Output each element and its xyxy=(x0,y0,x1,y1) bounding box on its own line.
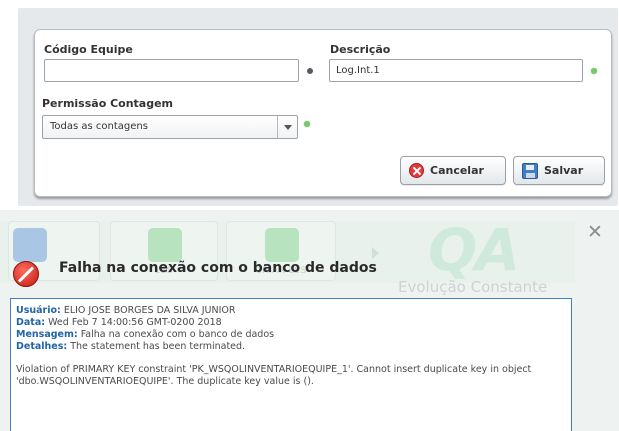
brand-logo: QA xyxy=(428,216,520,284)
usuario-value: ELIO JOSE BORGES DA SILVA JUNIOR xyxy=(60,305,236,316)
detalhes-row: Detalhes: The statement has been termina… xyxy=(16,341,566,353)
dialog-title: Falha na conexão com o banco de dados xyxy=(59,260,377,276)
cancel-icon xyxy=(409,163,424,178)
cancel-button-label: Cancelar xyxy=(430,164,484,177)
data-row: Data: Wed Feb 7 14:00:56 GMT-0200 2018 xyxy=(16,317,566,329)
usuario-key: Usuário: xyxy=(16,305,61,316)
cancel-button[interactable]: Cancelar xyxy=(400,156,506,185)
descricao-label: Descrição xyxy=(330,43,391,56)
data-key: Data: xyxy=(16,317,46,328)
chart-icon xyxy=(13,228,47,262)
codigo-equipe-input[interactable] xyxy=(44,59,299,82)
cart-icon xyxy=(265,228,299,262)
chevron-right-icon xyxy=(372,247,379,259)
required-indicator-icon xyxy=(307,68,313,74)
codigo-equipe-label: Código Equipe xyxy=(44,43,133,56)
descricao-input[interactable]: Log.Int.1 xyxy=(329,59,583,82)
mensagem-value: Falha na conexão com o banco de dados xyxy=(77,329,275,340)
background-strip xyxy=(572,300,619,431)
grid-icon xyxy=(148,228,182,262)
permissao-contagem-value: Todas as contagens xyxy=(50,121,148,132)
close-icon[interactable]: ✕ xyxy=(587,223,603,242)
valid-indicator-icon xyxy=(591,68,597,74)
permissao-contagem-label: Permissão Contagem xyxy=(42,97,174,110)
error-details-box: Usuário: ELIO JOSE BORGES DA SILVA JUNIO… xyxy=(10,298,572,431)
violation-message: Violation of PRIMARY KEY constraint 'PK_… xyxy=(16,364,532,387)
data-value: Wed Feb 7 14:00:56 GMT-0200 2018 xyxy=(45,317,222,328)
mensagem-key: Mensagem: xyxy=(16,329,78,340)
valid-indicator-icon xyxy=(304,121,310,127)
save-button[interactable]: Salvar xyxy=(513,156,605,185)
detalhes-value: The statement has been terminated. xyxy=(67,341,246,352)
usuario-row: Usuário: ELIO JOSE BORGES DA SILVA JUNIO… xyxy=(16,305,566,317)
detalhes-key: Detalhes: xyxy=(16,341,68,352)
permissao-contagem-select[interactable]: Todas as contagens xyxy=(42,115,298,139)
save-icon xyxy=(522,162,538,179)
brand-slogan: Evolução Constante xyxy=(398,278,548,296)
error-icon xyxy=(13,261,39,287)
mensagem-row: Mensagem: Falha na conexão com o banco d… xyxy=(16,329,566,341)
save-button-label: Salvar xyxy=(544,164,584,177)
chevron-down-icon[interactable] xyxy=(277,116,297,138)
